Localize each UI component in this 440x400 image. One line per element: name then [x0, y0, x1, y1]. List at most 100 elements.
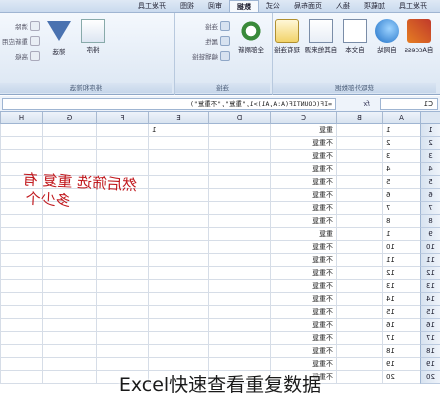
empty-cell[interactable] — [336, 280, 382, 293]
row-header[interactable]: 7 — [420, 202, 440, 215]
column-header[interactable]: H — [0, 112, 42, 124]
empty-cell[interactable] — [42, 280, 96, 293]
edit-links-button[interactable]: 编辑链接 — [192, 49, 230, 62]
empty-cell[interactable] — [336, 215, 382, 228]
cell-value[interactable] — [148, 332, 208, 345]
cell-value[interactable]: 15 — [382, 306, 420, 319]
cell-value[interactable] — [148, 137, 208, 150]
from-web-button[interactable]: 自网站 — [372, 17, 402, 69]
cell-duplicate-flag[interactable]: 不重复 — [270, 254, 336, 267]
empty-cell[interactable] — [96, 124, 148, 137]
cell-value[interactable] — [148, 319, 208, 332]
cell-value[interactable] — [148, 293, 208, 306]
empty-cell[interactable] — [336, 150, 382, 163]
empty-cell[interactable] — [0, 280, 42, 293]
cell-value[interactable] — [148, 241, 208, 254]
cell-duplicate-flag[interactable]: 不重复 — [270, 176, 336, 189]
empty-cell[interactable] — [42, 332, 96, 345]
empty-cell[interactable] — [336, 189, 382, 202]
ribbon-tab[interactable]: 插入 — [329, 0, 357, 12]
row-header[interactable]: 11 — [420, 254, 440, 267]
ribbon-tab[interactable]: 视图 — [173, 0, 201, 12]
cell-value[interactable] — [148, 280, 208, 293]
cell-value[interactable]: 13 — [382, 280, 420, 293]
empty-cell[interactable] — [42, 215, 96, 228]
empty-cell[interactable] — [336, 293, 382, 306]
cell-value[interactable]: 3 — [382, 150, 420, 163]
column-header[interactable]: E — [148, 112, 208, 124]
formula-input[interactable]: =IF(COUNTIF(A:A,A1)>1,"重复","不重复") — [2, 98, 336, 110]
row-header[interactable]: 5 — [420, 176, 440, 189]
cell-value[interactable]: 17 — [382, 332, 420, 345]
cell-value[interactable] — [148, 163, 208, 176]
cell-value[interactable]: 7 — [382, 202, 420, 215]
empty-cell[interactable] — [208, 215, 270, 228]
empty-cell[interactable] — [96, 306, 148, 319]
cell-value[interactable]: 16 — [382, 319, 420, 332]
cell-value[interactable] — [148, 345, 208, 358]
empty-cell[interactable] — [208, 306, 270, 319]
empty-cell[interactable] — [0, 293, 42, 306]
empty-cell[interactable] — [336, 267, 382, 280]
row-header[interactable]: 13 — [420, 280, 440, 293]
empty-cell[interactable] — [42, 293, 96, 306]
ribbon-tab[interactable]: 公式 — [259, 0, 287, 12]
column-header[interactable]: F — [96, 112, 148, 124]
cell-value[interactable]: 11 — [382, 254, 420, 267]
row-header[interactable]: 6 — [420, 189, 440, 202]
column-header[interactable]: A — [382, 112, 420, 124]
empty-cell[interactable] — [208, 163, 270, 176]
empty-cell[interactable] — [0, 137, 42, 150]
empty-cell[interactable] — [96, 293, 148, 306]
cell-value[interactable]: 12 — [382, 267, 420, 280]
cell-value[interactable]: 18 — [382, 345, 420, 358]
row-header[interactable]: 16 — [420, 319, 440, 332]
ribbon-tab[interactable]: 加载项 — [357, 0, 392, 12]
from-text-button[interactable]: 自文本 — [340, 17, 370, 69]
row-header[interactable]: 8 — [420, 215, 440, 228]
cell-value[interactable]: 4 — [382, 163, 420, 176]
cell-value[interactable]: 1 — [382, 124, 420, 137]
empty-cell[interactable] — [208, 137, 270, 150]
cell-duplicate-flag[interactable]: 不重复 — [270, 202, 336, 215]
cell-duplicate-flag[interactable]: 不重复 — [270, 150, 336, 163]
empty-cell[interactable] — [208, 241, 270, 254]
cell-value[interactable]: 14 — [382, 293, 420, 306]
cell-value[interactable]: 20 — [382, 371, 420, 384]
empty-cell[interactable] — [0, 215, 42, 228]
row-header[interactable]: 17 — [420, 332, 440, 345]
empty-cell[interactable] — [336, 306, 382, 319]
empty-cell[interactable] — [208, 280, 270, 293]
reapply-button[interactable]: 重新应用 — [2, 34, 40, 47]
empty-cell[interactable] — [336, 163, 382, 176]
empty-cell[interactable] — [96, 319, 148, 332]
empty-cell[interactable] — [208, 319, 270, 332]
cell-duplicate-flag[interactable]: 重复 — [270, 124, 336, 137]
refresh-all-button[interactable]: 全部刷新 — [236, 17, 266, 69]
empty-cell[interactable] — [208, 124, 270, 137]
cell-value[interactable] — [148, 150, 208, 163]
cell-duplicate-flag[interactable]: 不重复 — [270, 345, 336, 358]
row-header[interactable]: 1 — [420, 124, 440, 137]
cell-value[interactable]: 5 — [382, 176, 420, 189]
empty-cell[interactable] — [208, 150, 270, 163]
empty-cell[interactable] — [208, 332, 270, 345]
empty-cell[interactable] — [208, 176, 270, 189]
empty-cell[interactable] — [208, 189, 270, 202]
empty-cell[interactable] — [336, 176, 382, 189]
ribbon-tab[interactable]: 开发工具 — [392, 0, 434, 12]
cell-duplicate-flag[interactable]: 不重复 — [270, 306, 336, 319]
row-header[interactable]: 19 — [420, 358, 440, 371]
cell-value[interactable]: 1 — [382, 228, 420, 241]
cell-value[interactable]: 8 — [382, 215, 420, 228]
column-header[interactable]: B — [336, 112, 382, 124]
empty-cell[interactable] — [208, 254, 270, 267]
cell-duplicate-flag[interactable]: 不重复 — [270, 293, 336, 306]
row-header[interactable]: 18 — [420, 345, 440, 358]
cell-duplicate-flag[interactable]: 不重复 — [270, 280, 336, 293]
empty-cell[interactable] — [96, 150, 148, 163]
existing-connections-button[interactable]: 现有连接 — [272, 17, 302, 69]
ribbon-tab[interactable]: 页面布局 — [287, 0, 329, 12]
empty-cell[interactable] — [208, 202, 270, 215]
from-access-button[interactable]: 自Access — [404, 17, 434, 69]
